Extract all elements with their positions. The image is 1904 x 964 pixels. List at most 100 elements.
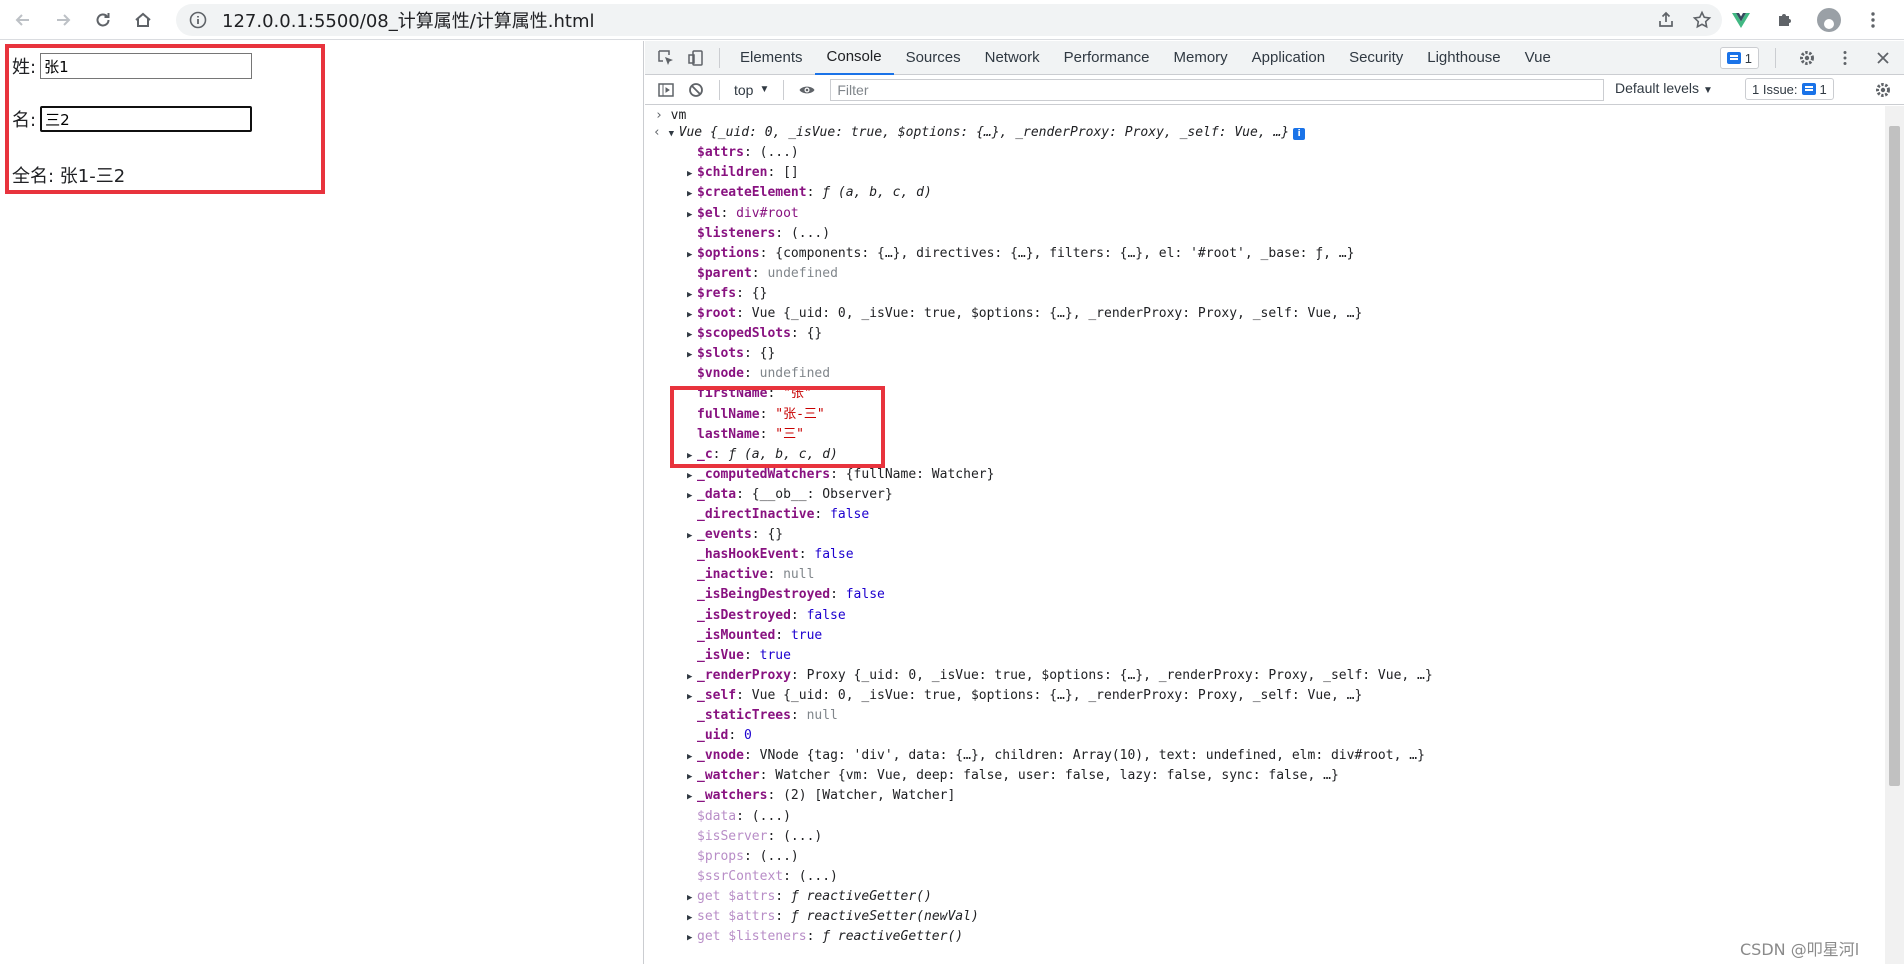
tab-application[interactable]: Application — [1240, 41, 1337, 75]
tab-console[interactable]: Console — [814, 41, 894, 75]
property-key: _isBeingDestroyed — [697, 587, 831, 603]
scrollbar-thumb[interactable] — [1889, 126, 1900, 786]
object-property[interactable]: ▶ $scopedSlots: {} — [687, 324, 822, 343]
tab-sources[interactable]: Sources — [894, 41, 973, 75]
console-output[interactable]: › vm ‹ ▼ Vue {_uid: 0, _isVue: true, $opti… — [645, 106, 1885, 964]
object-property[interactable]: $vnode: undefined — [687, 364, 830, 383]
clear-console-button[interactable] — [681, 75, 711, 105]
object-property[interactable]: $attrs: (...) — [687, 143, 799, 162]
object-property[interactable]: $data: (...) — [687, 807, 791, 826]
back-button[interactable] — [6, 3, 40, 37]
close-devtools-button[interactable] — [1868, 43, 1898, 73]
expand-triangle-icon[interactable]: ▶ — [687, 909, 697, 928]
expand-triangle-icon[interactable]: ▶ — [687, 467, 697, 486]
object-property[interactable]: ▶ set $attrs: ƒ reactiveSetter(newVal) — [687, 907, 979, 926]
object-property[interactable]: ▶ get $listeners: ƒ reactiveGetter() — [687, 927, 963, 946]
object-property[interactable]: _staticTrees: null — [687, 706, 838, 725]
expand-triangle-icon[interactable]: ▶ — [687, 206, 697, 225]
address-bar[interactable]: 127.0.0.1:5500/08_计算属性/计算属性.html — [176, 4, 1722, 36]
object-property[interactable]: ▶ _watchers: (2) [Watcher, Watcher] — [687, 786, 955, 805]
info-icon[interactable]: i — [1293, 128, 1306, 141]
expand-triangle-icon[interactable]: ▶ — [687, 788, 697, 807]
expand-triangle-icon[interactable]: ▶ — [687, 346, 697, 365]
tab-lighthouse[interactable]: Lighthouse — [1415, 41, 1512, 75]
issues-button[interactable]: 1 Issue: 1 — [1745, 78, 1834, 100]
log-levels-dropdown[interactable]: Default levels ▼ — [1615, 80, 1713, 96]
object-property[interactable]: _hasHookEvent: false — [687, 545, 854, 564]
object-property[interactable]: ▶ _watcher: Watcher {vm: Vue, deep: false… — [687, 766, 1339, 785]
object-property[interactable]: ▶ $options: {components: {…}, directives:… — [687, 244, 1354, 263]
expand-triangle-icon[interactable]: ▶ — [687, 768, 697, 787]
profile-button[interactable] — [1812, 3, 1846, 37]
object-property[interactable]: ▶ get $attrs: ƒ reactiveGetter() — [687, 887, 932, 906]
share-icon[interactable] — [1656, 10, 1676, 30]
console-scrollbar[interactable] — [1885, 106, 1904, 964]
devtools-settings-button[interactable] — [1792, 43, 1822, 73]
expand-triangle-icon[interactable]: ▶ — [687, 246, 697, 265]
object-property[interactable]: ▶ $refs: {} — [687, 284, 767, 303]
expand-triangle-icon[interactable]: ▶ — [687, 326, 697, 345]
show-sidebar-button[interactable] — [651, 75, 681, 105]
tab-vue[interactable]: Vue — [1513, 41, 1563, 75]
vue-devtools-extension-button[interactable] — [1724, 3, 1758, 37]
messages-badge[interactable]: 1 — [1719, 47, 1759, 69]
expand-triangle-icon[interactable]: ▼ — [669, 125, 679, 144]
expand-triangle-icon[interactable]: ▶ — [687, 306, 697, 325]
expand-triangle-icon[interactable]: ▶ — [687, 286, 697, 305]
context-selector[interactable]: top ▼ — [728, 82, 775, 98]
object-property[interactable]: $listeners: (...) — [687, 224, 830, 243]
expand-triangle-icon[interactable]: ▶ — [687, 527, 697, 546]
reload-button[interactable] — [86, 3, 120, 37]
object-property[interactable]: _uid: 0 — [687, 726, 752, 745]
object-property[interactable]: _isVue: true — [687, 646, 791, 665]
object-property[interactable]: ▶ $createElement: ƒ (a, b, c, d) — [687, 183, 932, 202]
object-property[interactable]: $isServer: (...) — [687, 827, 822, 846]
object-property[interactable]: _isDestroyed: false — [687, 606, 846, 625]
home-button[interactable] — [126, 3, 160, 37]
object-property[interactable]: ▶ $root: Vue {_uid: 0, _isVue: true, $opt… — [687, 304, 1362, 323]
object-property[interactable]: ▶ _renderProxy: Proxy {_uid: 0, _isVue: t… — [687, 666, 1433, 685]
bookmark-star-icon[interactable] — [1692, 10, 1712, 30]
object-property[interactable]: ▶ $el: div#root — [687, 204, 799, 223]
expand-triangle-icon[interactable]: ▶ — [687, 165, 697, 184]
expand-triangle-icon[interactable]: ▶ — [687, 929, 697, 948]
tab-memory[interactable]: Memory — [1162, 41, 1240, 75]
browser-menu-button[interactable] — [1856, 3, 1890, 37]
tab-security[interactable]: Security — [1337, 41, 1415, 75]
expand-triangle-icon[interactable]: ▶ — [687, 487, 697, 506]
object-property[interactable]: ▶ _self: Vue {_uid: 0, _isVue: true, $opt… — [687, 686, 1362, 705]
object-property[interactable]: ▶ _vnode: VNode {tag: 'div', data: {…}, c… — [687, 746, 1425, 765]
property-key: $createElement — [697, 185, 807, 201]
object-property[interactable]: _inactive: null — [687, 565, 814, 584]
site-info-icon[interactable] — [188, 10, 208, 30]
inspect-element-button[interactable] — [651, 43, 681, 73]
object-property[interactable]: ▶ _data: {__ob__: Observer} — [687, 485, 893, 504]
tab-performance[interactable]: Performance — [1052, 41, 1162, 75]
tab-elements[interactable]: Elements — [728, 41, 815, 75]
expand-triangle-icon[interactable]: ▶ — [687, 688, 697, 707]
tab-network[interactable]: Network — [973, 41, 1052, 75]
object-property[interactable]: _isBeingDestroyed: false — [687, 585, 885, 604]
devtools-menu-button[interactable] — [1830, 43, 1860, 73]
expand-triangle-icon[interactable]: ▶ — [687, 748, 697, 767]
property-value: false — [806, 607, 846, 623]
console-result-header[interactable]: ‹ ▼ Vue {_uid: 0, _isVue: true, $options:… — [653, 123, 1306, 144]
property-colon: : — [743, 748, 760, 764]
forward-button[interactable] — [46, 3, 80, 37]
expand-triangle-icon[interactable]: ▶ — [687, 889, 697, 908]
object-property[interactable]: ▶ $slots: {} — [687, 344, 775, 363]
object-property[interactable]: $props: (...) — [687, 847, 799, 866]
object-property[interactable]: _directInactive: false — [687, 505, 869, 524]
object-property[interactable]: ▶ $children: [] — [687, 163, 799, 182]
expand-triangle-icon[interactable]: ▶ — [687, 185, 697, 204]
live-expression-button[interactable] — [792, 75, 822, 105]
console-settings-button[interactable] — [1868, 75, 1898, 105]
object-property[interactable]: _isMounted: true — [687, 626, 822, 645]
object-property[interactable]: $ssrContext: (...) — [687, 867, 838, 886]
expand-triangle-icon[interactable]: ▶ — [687, 668, 697, 687]
device-toolbar-button[interactable] — [681, 43, 711, 73]
object-property[interactable]: $parent: undefined — [687, 264, 838, 283]
console-filter-input[interactable]: Filter — [830, 78, 1605, 101]
extensions-button[interactable] — [1768, 3, 1802, 37]
object-property[interactable]: ▶ _events: {} — [687, 525, 783, 544]
